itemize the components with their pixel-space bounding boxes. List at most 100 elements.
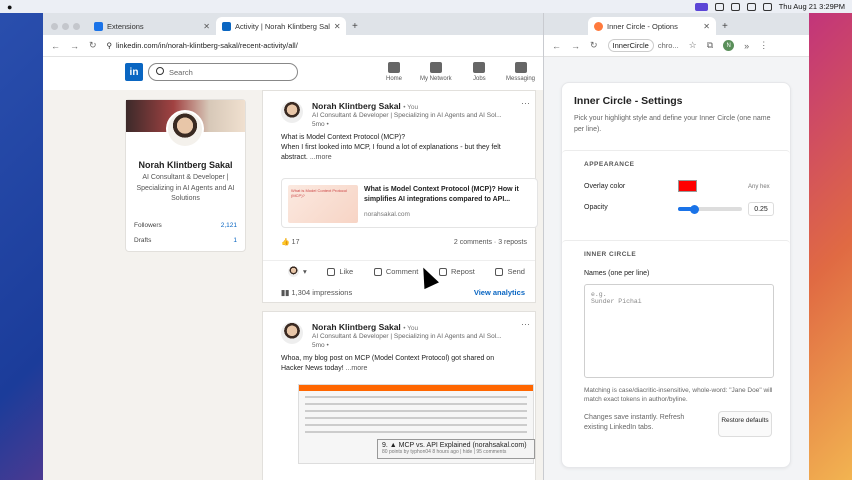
forward-icon[interactable]: → bbox=[70, 41, 79, 51]
active-app-icon[interactable] bbox=[694, 2, 708, 11]
nav-label: Messaging bbox=[506, 76, 536, 82]
names-textarea[interactable] bbox=[584, 284, 774, 378]
post-actions: ▾ Like Comment Repost Send bbox=[263, 260, 535, 282]
repost-icon bbox=[439, 267, 448, 276]
menu-bar: ● Thu Aug 21 3:29PM bbox=[0, 0, 852, 13]
tab-strip: Inner Circle - Options ✕ + bbox=[544, 13, 809, 35]
repost-button[interactable]: Repost bbox=[439, 267, 475, 276]
overlay-color-swatch[interactable] bbox=[678, 180, 697, 192]
like-button[interactable]: Like bbox=[327, 267, 353, 276]
any-hex-hint: Any hex bbox=[748, 184, 770, 190]
new-tab-button[interactable]: + bbox=[346, 17, 364, 35]
hn-callout: 9. ▲ MCP vs. API Explained (norahsakal.c… bbox=[377, 439, 535, 459]
battery-icon[interactable] bbox=[762, 2, 772, 11]
reload-icon[interactable]: ↻ bbox=[89, 40, 97, 51]
nav-jobs[interactable]: Jobs bbox=[473, 62, 486, 82]
nav-messaging[interactable]: Messaging bbox=[506, 62, 535, 82]
author-name[interactable]: Norah Klintberg Sakal • You bbox=[312, 101, 418, 111]
extensions-icon[interactable]: ⧉ bbox=[707, 40, 713, 51]
apple-menu-icon[interactable]: ● bbox=[7, 2, 12, 12]
close-icon[interactable]: ✕ bbox=[334, 22, 341, 31]
search-input[interactable]: Search bbox=[148, 63, 298, 81]
puzzle-icon bbox=[94, 21, 103, 31]
more-options-icon[interactable]: ··· bbox=[521, 320, 530, 329]
send-icon bbox=[495, 267, 504, 276]
impressions-row: ▮▮ 1,304 impressions View analytics bbox=[263, 283, 535, 301]
reactions-icon[interactable]: 👍 bbox=[281, 238, 290, 246]
see-more-link[interactable]: ...more bbox=[310, 154, 332, 161]
profile-avatar[interactable]: N bbox=[723, 40, 735, 51]
close-icon[interactable]: ✕ bbox=[703, 22, 710, 31]
comment-button[interactable]: Comment bbox=[373, 267, 418, 276]
profile-name[interactable]: Norah Klintberg Sakal bbox=[126, 160, 245, 170]
stat-drafts[interactable]: Drafts 1 bbox=[134, 237, 237, 244]
tab-extensions[interactable]: Extensions ✕ bbox=[88, 17, 216, 35]
status-icon[interactable] bbox=[730, 2, 740, 11]
home-icon bbox=[388, 62, 400, 73]
tab-label: Extensions bbox=[107, 21, 144, 31]
author-name[interactable]: Norah Klintberg Sakal • You bbox=[312, 322, 418, 332]
tab-inner-circle-options[interactable]: Inner Circle - Options ✕ bbox=[588, 17, 716, 35]
feed-post: Norah Klintberg Sakal • You AI Consultan… bbox=[262, 90, 538, 303]
extension-chip[interactable]: InnerCircle bbox=[607, 39, 654, 52]
view-analytics-link[interactable]: View analytics bbox=[474, 288, 525, 297]
window-controls[interactable] bbox=[43, 17, 88, 35]
forward-icon[interactable]: → bbox=[571, 41, 580, 51]
nav-label: My Network bbox=[420, 76, 452, 82]
linkedin-logo[interactable]: in bbox=[125, 63, 143, 81]
settings-description: Pick your highlight style and define you… bbox=[574, 115, 771, 133]
author-avatar[interactable] bbox=[281, 101, 303, 123]
feed-post: Norah Klintberg Sakal • You AI Consultan… bbox=[262, 311, 536, 480]
stat-followers[interactable]: Followers 2,121 bbox=[134, 222, 237, 229]
toolbar: ← → ↻ InnerCircle chro... ☆ ⧉ N » ⋮ bbox=[544, 35, 809, 57]
post-image[interactable]: 9. ▲ MCP vs. API Explained (norahsakal.c… bbox=[298, 384, 535, 464]
author-avatar[interactable] bbox=[281, 322, 303, 344]
author-subtitle: AI Consultant & Developer | Specializing… bbox=[312, 112, 502, 119]
menu-icon[interactable]: ⋮ bbox=[759, 40, 768, 51]
status-icon[interactable] bbox=[714, 2, 724, 11]
link-preview[interactable]: What is Model Context Protocol (MCP)? Wh… bbox=[281, 178, 538, 228]
send-button[interactable]: Send bbox=[495, 267, 525, 276]
see-more-link[interactable]: ...more bbox=[346, 365, 368, 372]
main-browser-window: Extensions ✕ Activity | Norah Klintberg … bbox=[43, 13, 543, 480]
reload-icon[interactable]: ↻ bbox=[590, 40, 598, 51]
profile-avatar[interactable] bbox=[166, 110, 204, 148]
post-stats: 👍 17 2 comments · 3 reposts bbox=[263, 238, 535, 247]
new-tab-button[interactable]: + bbox=[716, 17, 734, 35]
comments-reposts[interactable]: 2 comments · 3 reposts bbox=[454, 239, 527, 246]
section-header: APPEARANCE bbox=[584, 161, 635, 168]
more-options-icon[interactable]: ··· bbox=[521, 99, 530, 108]
post-text: What is Model Context Protocol (MCP)? Wh… bbox=[281, 134, 501, 161]
site-info-icon[interactable]: ⚲ bbox=[107, 41, 113, 50]
address-bar[interactable]: InnerCircle chro... bbox=[607, 39, 679, 52]
bookmark-star-icon[interactable]: ☆ bbox=[689, 40, 697, 51]
wifi-icon[interactable] bbox=[746, 2, 756, 11]
opacity-slider-thumb[interactable] bbox=[690, 204, 699, 214]
messaging-icon bbox=[514, 62, 527, 73]
opacity-slider[interactable] bbox=[678, 207, 742, 211]
back-icon[interactable]: ← bbox=[51, 41, 60, 51]
appearance-section: APPEARANCE Overlay color Any hex Opacity… bbox=[562, 150, 790, 220]
nav-label: Home bbox=[386, 76, 403, 82]
nav-home[interactable]: Home bbox=[386, 62, 402, 82]
link-thumbnail: What is Model Context Protocol (MCP)? bbox=[288, 185, 358, 223]
nav-label: Jobs bbox=[473, 76, 486, 82]
opacity-value[interactable]: 0.25 bbox=[748, 202, 774, 216]
actor-avatar-dropdown[interactable]: ▾ bbox=[288, 266, 307, 277]
reaction-count[interactable]: 17 bbox=[292, 239, 300, 246]
nav-my-network[interactable]: My Network bbox=[420, 62, 452, 82]
back-icon[interactable]: ← bbox=[552, 41, 561, 51]
overflow-chevron-icon[interactable]: » bbox=[744, 41, 749, 51]
extension-icon bbox=[594, 21, 603, 31]
tab-activity[interactable]: Activity | Norah Klintberg Sal ✕ bbox=[216, 17, 346, 35]
search-icon bbox=[156, 67, 164, 75]
address-bar[interactable]: ⚲ linkedin.com/in/norah-klintberg-sakal/… bbox=[107, 41, 298, 50]
options-window: Inner Circle - Options ✕ + ← → ↻ InnerCi… bbox=[543, 13, 809, 480]
restore-defaults-button[interactable]: Restore defaults bbox=[718, 411, 772, 437]
network-icon bbox=[429, 62, 442, 73]
menubar-clock[interactable]: Thu Aug 21 3:29PM bbox=[779, 2, 845, 11]
hn-header-bar bbox=[299, 385, 533, 391]
opacity-label: Opacity bbox=[584, 204, 608, 211]
close-icon[interactable]: ✕ bbox=[203, 22, 210, 31]
like-icon bbox=[327, 267, 336, 276]
